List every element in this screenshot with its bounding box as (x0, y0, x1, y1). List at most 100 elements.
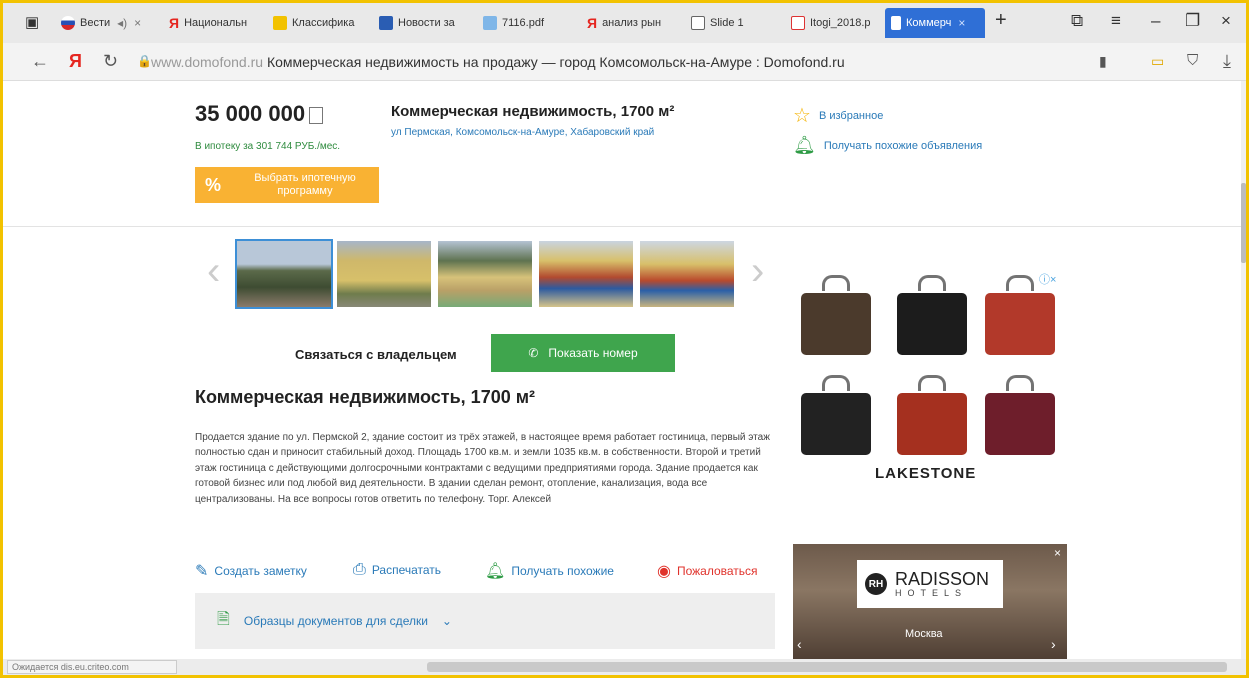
hotel-brand: RADISSON (895, 569, 990, 589)
vertical-scroll-thumb[interactable] (1241, 183, 1246, 263)
horizontal-scroll-thumb[interactable] (427, 662, 1227, 672)
mortgage-button[interactable]: % Выбрать ипотечную программу (195, 167, 379, 203)
mortgage-button-label: Выбрать ипотечную программу (254, 172, 356, 197)
status-bar: Ожидается dis.eu.criteo.com (7, 660, 177, 674)
vertical-scrollbar[interactable] (1241, 81, 1246, 659)
close-icon[interactable]: × (134, 16, 141, 30)
create-note-link[interactable]: ✎ Создать заметку (195, 561, 307, 581)
protect-icon[interactable]: ⛉ (1187, 52, 1198, 69)
tabs-menu-icon[interactable]: ▣ (25, 13, 39, 31)
pencil-icon: ✎ (195, 563, 209, 580)
tab-label: Классифика (292, 17, 355, 29)
tab-label: Slide 1 (710, 17, 744, 29)
tab-label: Вести (80, 17, 111, 29)
complain-link[interactable]: ◉ Пожаловаться (657, 561, 758, 581)
back-icon[interactable]: ← (31, 51, 49, 72)
tab-itogi[interactable]: Itogi_2018.p (785, 8, 881, 38)
similar-label: Получать похожие объявления (823, 139, 983, 152)
bell-icon: 🔔︎ (793, 135, 816, 155)
complain-label: Пожаловаться (676, 564, 758, 578)
show-phone-label: Показать номер (548, 346, 638, 360)
tab-analysis[interactable]: Я анализ рын (581, 8, 677, 38)
bag-image (795, 371, 877, 463)
ad-hotel[interactable]: × RH RADISSON HOTELS Москва ‹ › (793, 544, 1067, 659)
tab-label: Национальн (184, 17, 248, 29)
gallery-next-icon[interactable]: › (751, 249, 764, 294)
tab-label: Коммерч (906, 17, 952, 29)
gallery-thumb[interactable] (539, 241, 633, 307)
new-tab-icon[interactable]: + (995, 9, 1007, 32)
tab-news[interactable]: Новости за (373, 8, 475, 38)
star-icon: ☆ (793, 105, 811, 127)
mortgage-text[interactable]: В ипотеку за 301 744 РУБ./мес. (195, 141, 340, 152)
chevron-down-icon: ⌄ (441, 614, 452, 628)
tab-vesti[interactable]: Вести ◂) × (55, 8, 155, 38)
price: 35 000 000 (195, 101, 324, 127)
hotel-city: Москва (905, 628, 943, 640)
ad-close-icon[interactable]: × (1054, 546, 1061, 560)
pdf-icon (483, 16, 497, 30)
ad-bags[interactable] (795, 271, 1067, 493)
ad-next-icon[interactable]: › (1051, 636, 1056, 652)
url-field[interactable]: www.domofond.ru Коммерческая недвижимост… (151, 54, 845, 70)
restore-icon[interactable]: ❐ (1185, 11, 1200, 31)
listing-actions: ✎ Создать заметку ⎙ Распечатать 🔔︎ Получ… (195, 561, 777, 583)
document-icon: 🗎 (217, 610, 230, 628)
tab-pdf-7116[interactable]: 7116.pdf (477, 8, 577, 38)
tab-label: Itogi_2018.p (810, 17, 871, 29)
ad-brand[interactable]: LAKESTONE (875, 465, 976, 482)
similar-link[interactable]: 🔔︎ Получать похожие (485, 561, 614, 581)
url-domain: www.domofond.ru (151, 54, 264, 70)
complaint-icon: ◉ (657, 563, 671, 580)
print-link[interactable]: ⎙ Распечатать (353, 561, 441, 579)
gallery-thumb[interactable] (337, 241, 431, 307)
tab-label: анализ рын (602, 17, 662, 29)
percent-icon: % (205, 174, 222, 195)
show-phone-button[interactable]: ✆ Показать номер (491, 334, 675, 372)
price-value: 35 000 000 (195, 101, 306, 126)
close-icon[interactable]: × (958, 16, 965, 30)
minimize-icon[interactable]: – (1151, 11, 1160, 31)
tab-label: Новости за (398, 17, 455, 29)
close-window-icon[interactable]: × (1221, 11, 1231, 31)
documents-label: Образцы документов для сделки (243, 614, 428, 628)
download-icon[interactable]: ⤓ (1223, 51, 1231, 72)
yandex-icon: Я (587, 15, 598, 31)
bookmarks-icon[interactable]: ⧉ (1071, 11, 1083, 31)
bag-image (795, 271, 877, 363)
tab-label: 7116.pdf (502, 17, 545, 29)
yandex-logo[interactable]: Я (69, 51, 82, 72)
similar-action-label: Получать похожие (511, 564, 614, 578)
tab-domofond[interactable]: Коммерч × (885, 8, 985, 38)
battery-icon[interactable]: ▭ (1151, 53, 1164, 70)
listing-description: Продается здание по ул. Пермской 2, здан… (195, 432, 770, 505)
gallery-thumb[interactable] (438, 241, 532, 307)
ad-close-icon[interactable]: ⓘ× (1039, 271, 1056, 287)
gallery-thumb[interactable] (640, 241, 734, 307)
radisson-emblem-icon: RH (865, 573, 887, 595)
tab-classification[interactable]: Классифика (267, 8, 367, 38)
reload-icon[interactable]: ↻ (103, 51, 118, 72)
bookmark-icon[interactable]: ▮ (1099, 53, 1107, 70)
browser-window: ▣ Вести ◂) × Я Национальн Классифика Нов… (0, 0, 1249, 678)
listing-summary: 35 000 000 В ипотеку за 301 744 РУБ./мес… (3, 81, 1241, 227)
header-title: Коммерческая недвижимость, 1700 м² (391, 103, 675, 120)
menu-icon[interactable]: ≡ (1111, 11, 1121, 31)
bag-image (891, 271, 973, 363)
tab-slide[interactable]: Slide 1 (685, 8, 777, 38)
contact-owner-label: Связаться с владельцем (295, 347, 457, 362)
tab-strip: ▣ Вести ◂) × Я Национальн Классифика Нов… (3, 3, 1246, 43)
header-address[interactable]: ул Пермская, Комсомольск-на-Амуре, Хабар… (391, 127, 654, 138)
tab-national[interactable]: Я Национальн (163, 8, 259, 38)
gallery-prev-icon[interactable]: ‹ (207, 249, 220, 294)
favorite-link[interactable]: ☆ В избранное (793, 103, 883, 128)
mute-icon[interactable]: ◂) (117, 16, 127, 30)
similar-alerts-link[interactable]: 🔔︎ Получать похожие объявления (793, 135, 982, 156)
favorite-label: В избранное (818, 109, 884, 122)
printer-icon: ⎙ (353, 561, 366, 578)
address-bar: ← Я ↻ 🔒 www.domofond.ru Коммерческая нед… (3, 43, 1246, 81)
gallery-thumb[interactable] (235, 239, 333, 309)
documents-dropdown[interactable]: 🗎 Образцы документов для сделки ⌄ (195, 593, 775, 649)
ad-prev-icon[interactable]: ‹ (797, 636, 802, 652)
listing-title: Коммерческая недвижимость, 1700 м² (195, 387, 536, 407)
